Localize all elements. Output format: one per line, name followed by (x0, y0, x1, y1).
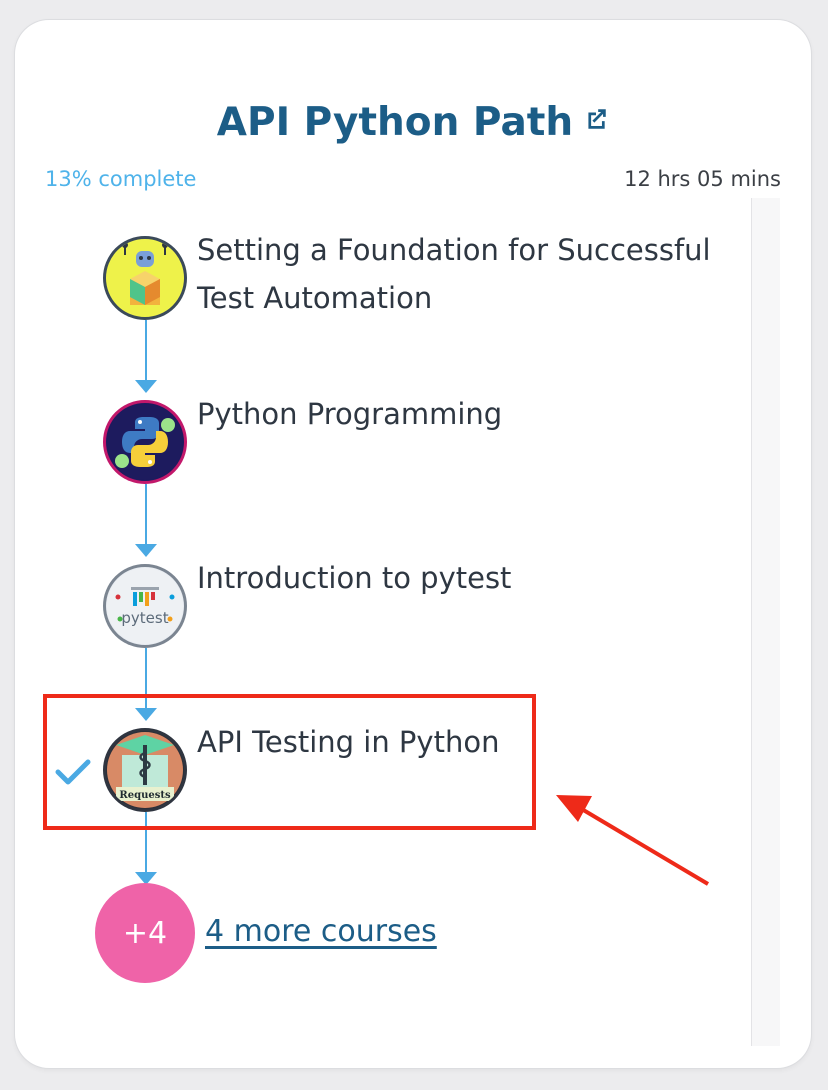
annotation-arrow-icon (556, 795, 710, 886)
